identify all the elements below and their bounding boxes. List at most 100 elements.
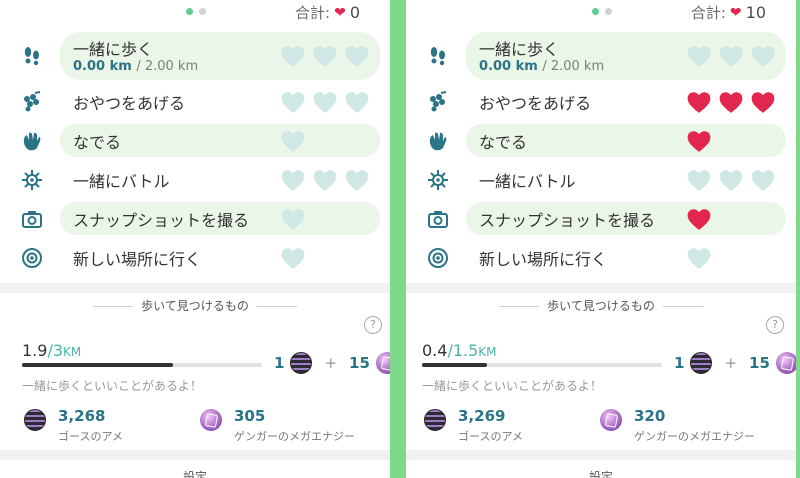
candy-count: 3,269 <box>458 407 506 425</box>
settings-title: 設定 <box>406 468 796 478</box>
action-label: おやつをあげる <box>479 93 592 113</box>
action-label: 一緒に歩く <box>73 40 154 59</box>
distance-value: 0.00 km <box>479 59 538 74</box>
battle-icon <box>22 169 42 190</box>
heart-filled-icon <box>687 208 711 230</box>
total-label: 合計: <box>295 4 331 22</box>
action-label: 新しい場所に行く <box>479 249 608 269</box>
pokestop-icon <box>22 247 42 268</box>
gastly-candy-icon <box>290 352 313 374</box>
action-label: スナップショットを撮る <box>479 210 656 230</box>
heart-slots <box>686 168 776 192</box>
action-label: 一緒に歩く <box>479 40 560 59</box>
section-divider <box>0 283 390 293</box>
heart-filled-icon <box>687 130 711 152</box>
heart-slots <box>280 246 306 270</box>
distance-value: 0.00 km <box>73 59 132 74</box>
action-list: 一緒に歩く 0.00 km / 2.00 km おやつをあげる なでる 一緒にバ… <box>0 30 390 277</box>
section-divider <box>406 450 796 460</box>
action-play[interactable]: なでる <box>406 121 796 160</box>
action-label: おやつをあげる <box>73 93 186 113</box>
action-list: 一緒に歩く 0.00 km / 2.00 km おやつをあげる なでる 一緒にバ… <box>406 30 796 277</box>
energy-count: 320 <box>634 407 666 425</box>
buddy-distance-unit: KM <box>478 345 497 359</box>
action-battle: 一緒にバトル <box>406 160 796 199</box>
heart-icon: ❤ <box>334 4 346 21</box>
buddy-panel-right: 合計: ❤ 10 一緒に歩く 0.00 km / 2.00 km おやつをあげる… <box>406 0 796 478</box>
candy-count: 3,268 <box>58 407 106 425</box>
heart-empty-icon <box>751 46 775 67</box>
heart-filled-icon <box>719 91 743 113</box>
heart-filled-icon <box>687 91 711 113</box>
help-icon[interactable]: ? <box>364 316 382 334</box>
reward-candy-count: 1 <box>274 354 285 372</box>
gastly-candy-icon <box>24 409 46 431</box>
walk-reward: 1 + 15 <box>274 352 390 374</box>
heart-empty-icon <box>281 46 305 67</box>
section-divider <box>0 450 390 460</box>
action-treat: おやつをあげる <box>406 82 796 121</box>
heart-slots <box>280 90 370 114</box>
action-label: なでる <box>73 132 122 152</box>
progress-bar <box>22 363 262 367</box>
heart-total: 合計: ❤ 0 <box>295 2 360 23</box>
progress-bar <box>422 363 662 367</box>
heart-empty-icon <box>281 169 305 191</box>
heart-slots <box>686 129 712 153</box>
action-snapshot[interactable]: スナップショットを撮る <box>406 199 796 238</box>
distance-goal: / 2.00 km <box>136 59 199 74</box>
heart-filled-icon <box>751 91 775 113</box>
action-walk[interactable]: 一緒に歩く 0.00 km / 2.00 km <box>0 30 390 82</box>
candy-name: ゴースのアメ <box>458 430 523 443</box>
camera-icon <box>428 210 448 228</box>
help-icon[interactable]: ? <box>766 316 784 334</box>
walk-reward: 1 + 15 <box>674 352 796 374</box>
energy-name: ゲンガーのメガエナジー <box>634 430 755 443</box>
heart-slots <box>280 207 306 231</box>
buddy-distance: 1.9/3KM <box>22 341 82 360</box>
page-dot[interactable] <box>199 8 206 15</box>
settings-label: 設定 <box>588 470 613 478</box>
page-dot[interactable] <box>605 8 612 15</box>
page-dot[interactable] <box>186 8 193 15</box>
heart-icon: ❤ <box>729 4 742 21</box>
energy-count: 305 <box>234 407 266 425</box>
heart-slots <box>280 168 370 192</box>
page-indicator[interactable] <box>186 8 206 15</box>
reward-energy-count: 15 <box>349 354 370 372</box>
reward-plus: + <box>724 354 738 372</box>
page-dot[interactable] <box>592 8 599 15</box>
footprints-icon <box>430 47 445 66</box>
heart-slots <box>686 90 776 114</box>
action-label: スナップショットを撮る <box>73 210 250 230</box>
reward-energy-count: 15 <box>749 354 770 372</box>
action-snapshot[interactable]: スナップショットを撮る <box>0 199 390 238</box>
heart-empty-icon <box>751 169 775 191</box>
action-battle: 一緒にバトル <box>0 160 390 199</box>
battle-icon <box>428 169 448 190</box>
energy-name: ゲンガーのメガエナジー <box>234 430 355 443</box>
section-divider <box>406 283 796 293</box>
settings-label: 設定 <box>182 470 207 478</box>
walk-distance: 0.00 km / 2.00 km <box>479 59 604 74</box>
action-walk[interactable]: 一緒に歩く 0.00 km / 2.00 km <box>406 30 796 82</box>
camera-icon <box>22 210 42 228</box>
action-treat: おやつをあげる <box>0 82 390 121</box>
heart-empty-icon <box>281 247 305 269</box>
heart-empty-icon <box>719 169 743 191</box>
page-indicator[interactable] <box>592 8 612 15</box>
walk-hint: 一緒に歩くといいことがあるよ！ <box>422 379 603 393</box>
distance-goal: / 2.00 km <box>542 59 605 74</box>
buddy-distance-goal: 1.5 <box>452 341 479 360</box>
buddy-distance-unit: KM <box>63 345 82 359</box>
buddy-distance-value: 0.4 <box>422 341 448 360</box>
heart-empty-icon <box>687 247 711 269</box>
gastly-candy-icon <box>424 409 446 431</box>
total-value: 0 <box>349 3 360 22</box>
progress-fill <box>22 363 174 367</box>
heart-slots <box>686 246 712 270</box>
pokestop-icon <box>428 247 448 268</box>
action-play[interactable]: なでる <box>0 121 390 160</box>
heart-slots <box>686 44 776 68</box>
heart-empty-icon <box>313 46 337 67</box>
